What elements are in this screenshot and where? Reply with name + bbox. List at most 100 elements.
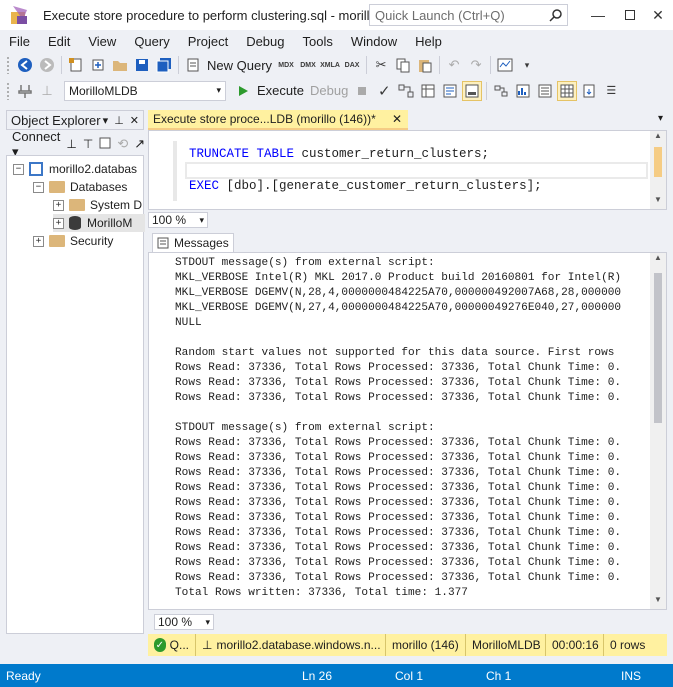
- debug-button[interactable]: Debug: [307, 83, 351, 98]
- redo-icon[interactable]: ↷: [466, 55, 486, 75]
- save-all-icon[interactable]: [154, 55, 174, 75]
- execute-icon[interactable]: [233, 81, 253, 101]
- query-status-bar: ✓ Q... ⊥ morillo2.database.windows.n... …: [148, 634, 667, 656]
- disconnect-icon[interactable]: ⊥: [37, 81, 57, 101]
- menu-window[interactable]: Window: [342, 34, 406, 49]
- message-line: Rows Read: 37336, Total Rows Processed: …: [175, 572, 622, 584]
- mdx-query-button[interactable]: MDX: [276, 55, 296, 75]
- forward-icon[interactable]: [37, 55, 57, 75]
- intellisense-icon[interactable]: [440, 81, 460, 101]
- scroll-down-icon[interactable]: ▼: [650, 195, 666, 209]
- close-button[interactable]: ✕: [643, 0, 673, 30]
- open-file-icon[interactable]: [110, 55, 130, 75]
- comment-icon[interactable]: ☰: [601, 81, 621, 101]
- disconnect-plug-icon[interactable]: ⊤: [83, 137, 93, 151]
- scroll-up-icon[interactable]: ▲: [650, 253, 666, 267]
- activity-icon[interactable]: ↗: [134, 136, 145, 152]
- activity-monitor-icon[interactable]: [495, 55, 515, 75]
- results-to-grid-icon[interactable]: [557, 80, 578, 101]
- menu-file[interactable]: File: [0, 34, 39, 49]
- sql-editor[interactable]: TRUNCATE TABLE customer_return_clusters;…: [148, 130, 667, 210]
- menu-view[interactable]: View: [79, 34, 125, 49]
- editor-vertical-scrollbar[interactable]: ▲ ▼: [650, 131, 666, 209]
- messages-pane[interactable]: STDOUT message(s) from external script: M…: [148, 252, 667, 610]
- display-plan-icon[interactable]: [396, 81, 416, 101]
- scroll-thumb[interactable]: [654, 147, 662, 177]
- menu-project[interactable]: Project: [179, 34, 237, 49]
- filter-icon[interactable]: [99, 137, 111, 152]
- expand-icon[interactable]: +: [53, 217, 64, 229]
- database-select[interactable]: MorilloMLDB ▾: [64, 80, 226, 101]
- scroll-up-icon[interactable]: ▲: [650, 131, 666, 145]
- maximize-button[interactable]: [615, 0, 645, 30]
- close-icon[interactable]: ✕: [130, 114, 139, 127]
- expand-icon[interactable]: +: [53, 199, 64, 211]
- quick-launch-box[interactable]: Quick Launch (Ctrl+Q): [369, 4, 568, 26]
- tree-node-system-databases[interactable]: + System D: [53, 196, 142, 214]
- tab-label: Messages: [174, 236, 229, 250]
- message-line: Rows Read: 37336, Total Rows Processed: …: [175, 437, 622, 449]
- tab-overflow-icon[interactable]: ▾: [658, 113, 663, 124]
- tree-node-databases[interactable]: − Databases: [33, 178, 127, 196]
- copy-icon[interactable]: [393, 55, 413, 75]
- scroll-thumb[interactable]: [654, 273, 662, 423]
- toolbar-grip[interactable]: [6, 56, 10, 74]
- dropdown-icon[interactable]: ▾: [103, 114, 109, 127]
- tree-node-morillomldb[interactable]: + MorilloM: [53, 214, 145, 232]
- back-icon[interactable]: [15, 55, 35, 75]
- tab-messages[interactable]: Messages: [152, 233, 234, 252]
- add-item-icon[interactable]: [88, 55, 108, 75]
- toolbar-separator: [486, 81, 488, 100]
- include-plan-icon[interactable]: [462, 80, 483, 101]
- results-to-text-icon[interactable]: [535, 81, 555, 101]
- new-query-button[interactable]: New Query: [204, 58, 275, 73]
- toolbar-grip[interactable]: [6, 81, 10, 100]
- execute-button[interactable]: Execute: [254, 83, 307, 98]
- menu-help[interactable]: Help: [406, 34, 451, 49]
- results-tab-strip: Messages: [148, 232, 667, 252]
- search-icon[interactable]: [545, 5, 567, 25]
- save-icon[interactable]: [132, 55, 152, 75]
- results-zoom-select[interactable]: 100 % ▾: [154, 614, 214, 630]
- message-line: STDOUT message(s) from external script:: [175, 422, 435, 434]
- tree-node-server[interactable]: − morillo2.databas: [13, 160, 137, 178]
- tab-query-document[interactable]: Execute store proce...LDB (morillo (146)…: [148, 110, 408, 130]
- connect-plug-icon[interactable]: ⊥: [66, 137, 76, 151]
- change-margin: [173, 141, 177, 201]
- connect-icon[interactable]: [15, 81, 35, 101]
- dmx-query-button[interactable]: DMX: [298, 55, 318, 75]
- new-project-icon[interactable]: [66, 55, 86, 75]
- expand-icon[interactable]: +: [33, 235, 44, 247]
- toolbar-overflow-icon[interactable]: ▾: [517, 55, 537, 75]
- paste-icon[interactable]: [415, 55, 435, 75]
- messages-vertical-scrollbar[interactable]: ▲ ▼: [650, 253, 666, 609]
- dax-query-button[interactable]: DAX: [342, 55, 362, 75]
- live-stats-icon[interactable]: [491, 81, 511, 101]
- code-line-1[interactable]: TRUNCATE TABLE customer_return_clusters;: [189, 147, 489, 161]
- refresh-icon[interactable]: ⟲: [117, 136, 128, 152]
- menu-tools[interactable]: Tools: [294, 34, 342, 49]
- close-tab-icon[interactable]: ✕: [392, 112, 402, 126]
- undo-icon[interactable]: ↶: [444, 55, 464, 75]
- stop-icon[interactable]: [352, 81, 372, 101]
- menu-debug[interactable]: Debug: [237, 34, 293, 49]
- scroll-down-icon[interactable]: ▼: [650, 595, 666, 609]
- new-query-icon[interactable]: [183, 55, 203, 75]
- parse-check-icon[interactable]: ✓: [374, 81, 394, 101]
- menu-query[interactable]: Query: [125, 34, 178, 49]
- minimize-button[interactable]: —: [583, 0, 613, 30]
- cut-icon[interactable]: ✂: [371, 55, 391, 75]
- query-designer-icon[interactable]: [418, 81, 438, 101]
- results-to-file-icon[interactable]: [579, 81, 599, 101]
- collapse-icon[interactable]: −: [33, 181, 44, 193]
- xmla-query-button[interactable]: XMLA: [320, 55, 340, 75]
- client-stats-icon[interactable]: [513, 81, 533, 101]
- tree-node-security[interactable]: + Security: [33, 232, 113, 250]
- pin-icon[interactable]: ⊥: [114, 114, 124, 127]
- collapse-icon[interactable]: −: [13, 163, 24, 175]
- object-explorer-tree: − morillo2.databas − Databases + System …: [6, 155, 145, 634]
- editor-zoom-select[interactable]: 100 % ▾: [148, 212, 208, 228]
- menu-edit[interactable]: Edit: [39, 34, 79, 49]
- folder-icon: [49, 181, 65, 193]
- code-line-3[interactable]: EXEC [dbo].[generate_customer_return_clu…: [189, 179, 542, 193]
